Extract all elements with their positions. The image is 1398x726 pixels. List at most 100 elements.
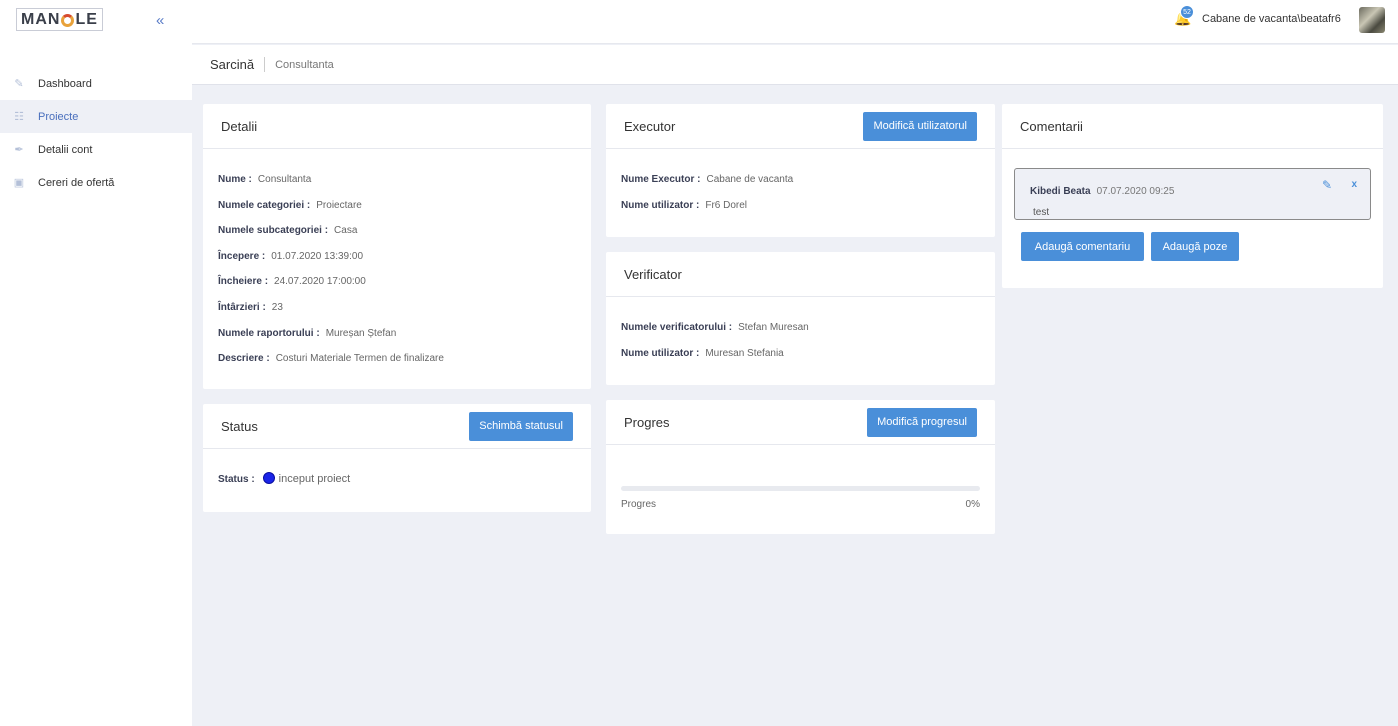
briefcase-icon: ▣ bbox=[13, 177, 25, 189]
detail-key: Numele subcategoriei : bbox=[218, 225, 329, 237]
detail-row: Întârzieri : 23 bbox=[218, 302, 576, 315]
executor-card-header: Executor Modifică utilizatorul bbox=[606, 104, 995, 149]
verifier-row: Nume utilizator : Muresan Stefania bbox=[621, 348, 980, 361]
executor-title: Executor bbox=[624, 118, 676, 134]
sidebar-nav: ✎ Dashboard ☷ Proiecte ✒ Detalii cont ▣ … bbox=[0, 67, 192, 199]
progress-bar bbox=[621, 486, 980, 491]
clipboard-icon: ☷ bbox=[14, 111, 24, 123]
details-title: Detalii bbox=[221, 118, 258, 134]
change-progress-button[interactable]: Modifică progresul bbox=[867, 407, 977, 437]
detail-key: Descriere : bbox=[218, 353, 270, 365]
add-photos-button[interactable]: Adaugă poze bbox=[1151, 232, 1239, 261]
detail-value: Costuri Materiale Termen de finalizare bbox=[275, 353, 444, 365]
status-card-header: Status Schimbă statusul bbox=[203, 404, 591, 449]
collapse-sidebar-icon[interactable]: « bbox=[156, 12, 164, 29]
detail-row: Încheiere : 24.07.2020 17:00:00 bbox=[218, 276, 576, 289]
top-bar: 🔔 52 Cabane de vacanta\beatafr6 bbox=[192, 0, 1398, 44]
progress-labels: Progres 0% bbox=[621, 499, 980, 510]
progress-card: Progres Modifică progresul Progres 0% bbox=[606, 400, 995, 534]
page-title: Sarcină bbox=[210, 57, 266, 72]
executor-value: Fr6 Dorel bbox=[705, 199, 748, 211]
sidebar-item-label: Detalii cont bbox=[38, 143, 93, 156]
verifier-key: Nume utilizator : bbox=[621, 347, 700, 359]
comment-date: 07.07.2020 09:25 bbox=[1096, 186, 1175, 197]
add-comment-button[interactable]: Adaugă comentariu bbox=[1021, 232, 1144, 261]
user-name[interactable]: Cabane de vacanta\beatafr6 bbox=[1202, 13, 1341, 25]
sidebar-item-cereri-de-oferta[interactable]: ▣ Cereri de ofertă bbox=[0, 166, 192, 199]
detail-value: 01.07.2020 13:39:00 bbox=[271, 250, 364, 262]
status-badge: inceput proiect bbox=[278, 473, 351, 485]
detail-row: Numele raportorului : Mureșan Ștefan bbox=[218, 328, 576, 341]
comments-card: Comentarii Kibedi Beata 07.07.2020 09:25 … bbox=[1002, 104, 1383, 288]
logo-text-start: MAN bbox=[21, 10, 61, 28]
change-user-button[interactable]: Modifică utilizatorul bbox=[863, 111, 977, 141]
detail-value: 23 bbox=[271, 301, 283, 313]
details-card-header: Detalii bbox=[203, 104, 591, 149]
executor-body: Nume Executor : Cabane de vacanta Nume ut… bbox=[606, 149, 995, 243]
edit-icon[interactable]: ✎ bbox=[1322, 178, 1332, 192]
verifier-row: Numele verificatorului : Stefan Muresan bbox=[621, 322, 980, 335]
verifier-title: Verificator bbox=[624, 266, 682, 282]
detail-key: Numele raportorului : bbox=[218, 327, 320, 339]
close-icon[interactable]: x bbox=[1351, 179, 1357, 190]
sidebar-item-label: Proiecte bbox=[38, 110, 79, 123]
detail-value: Proiectare bbox=[316, 199, 362, 211]
detail-value: 24.07.2020 17:00:00 bbox=[274, 276, 366, 288]
verifier-value: Stefan Muresan bbox=[738, 322, 809, 333]
verifier-card-header: Verificator bbox=[606, 252, 995, 297]
detail-key: Numele categoriei : bbox=[218, 199, 311, 211]
avatar[interactable] bbox=[1359, 7, 1385, 33]
verifier-value: Muresan Stefania bbox=[705, 347, 784, 359]
dashboard-icon: ✎ bbox=[14, 78, 24, 90]
status-body: Status : inceput proiect bbox=[203, 449, 591, 518]
sidebar-item-dashboard[interactable]: ✎ Dashboard bbox=[0, 67, 192, 100]
status-row: Status : inceput proiect bbox=[218, 472, 576, 487]
sidebar-item-label: Cereri de ofertă bbox=[38, 176, 115, 189]
detail-key: Încheiere : bbox=[218, 276, 269, 288]
comments-card-header: Comentarii bbox=[1002, 104, 1383, 149]
notification-bell-icon[interactable]: 🔔 52 bbox=[1174, 5, 1194, 28]
detail-value: Casa bbox=[334, 225, 358, 237]
sidebar-item-label: Dashboard bbox=[38, 77, 92, 90]
executor-key: Nume utilizator : bbox=[621, 199, 700, 211]
pen-icon: ✒ bbox=[14, 144, 24, 156]
verifier-key: Numele verificatorului : bbox=[621, 322, 733, 333]
detail-row: Nume : Consultanta bbox=[218, 174, 576, 187]
logo[interactable]: MAN LE bbox=[16, 8, 103, 31]
executor-row: Nume Executor : Cabane de vacanta bbox=[621, 174, 980, 187]
comment-item: Kibedi Beata 07.07.2020 09:25 test ✎ x bbox=[1014, 168, 1371, 220]
progress-title: Progres bbox=[624, 414, 670, 430]
detail-row: Începere : 01.07.2020 13:39:00 bbox=[218, 251, 576, 264]
comment-actions: Adaugă comentariu Adaugă poze bbox=[1002, 220, 1383, 273]
sidebar: MAN LE « ✎ Dashboard ☷ Proiecte ✒ Detalii… bbox=[0, 0, 192, 726]
comment-author: Kibedi Beata bbox=[1030, 186, 1091, 197]
detail-row: Numele subcategoriei : Casa bbox=[218, 225, 576, 238]
sidebar-item-detalii-cont[interactable]: ✒ Detalii cont bbox=[0, 133, 192, 166]
comment-text: test bbox=[1033, 207, 1050, 218]
logo-text-end: LE bbox=[75, 10, 98, 28]
detail-row: Descriere : Costuri Materiale Termen de f… bbox=[218, 353, 576, 366]
breadcrumb-current: Consultanta bbox=[275, 58, 334, 71]
details-card: Detalii Nume : Consultanta Numele categor… bbox=[203, 104, 591, 389]
breadcrumb: Sarcină Consultanta bbox=[192, 45, 1398, 85]
detail-key: Nume : bbox=[218, 174, 252, 185]
progress-body: Progres 0% bbox=[606, 445, 995, 528]
verifier-body: Numele verificatorului : Stefan Muresan N… bbox=[606, 297, 995, 391]
status-dot-icon bbox=[262, 472, 275, 485]
status-card: Status Schimbă statusul Status : inceput … bbox=[203, 404, 591, 512]
details-body: Nume : Consultanta Numele categoriei : Pro… bbox=[203, 149, 591, 397]
executor-key: Nume Executor : bbox=[621, 174, 701, 185]
detail-key: Începere : bbox=[218, 250, 266, 262]
detail-value: Consultanta bbox=[257, 174, 312, 185]
detail-value: Mureșan Ștefan bbox=[325, 327, 397, 339]
executor-card: Executor Modifică utilizatorul Nume Exec… bbox=[606, 104, 995, 237]
status-title: Status bbox=[221, 418, 258, 434]
detail-row: Numele categoriei : Proiectare bbox=[218, 200, 576, 213]
executor-row: Nume utilizator : Fr6 Dorel bbox=[621, 200, 980, 213]
progress-value: 0% bbox=[965, 499, 980, 510]
change-status-button[interactable]: Schimbă statusul bbox=[469, 411, 573, 441]
sidebar-item-proiecte[interactable]: ☷ Proiecte bbox=[0, 100, 192, 133]
status-key: Status : bbox=[218, 474, 255, 485]
detail-key: Întârzieri : bbox=[218, 301, 266, 313]
progress-card-header: Progres Modifică progresul bbox=[606, 400, 995, 445]
